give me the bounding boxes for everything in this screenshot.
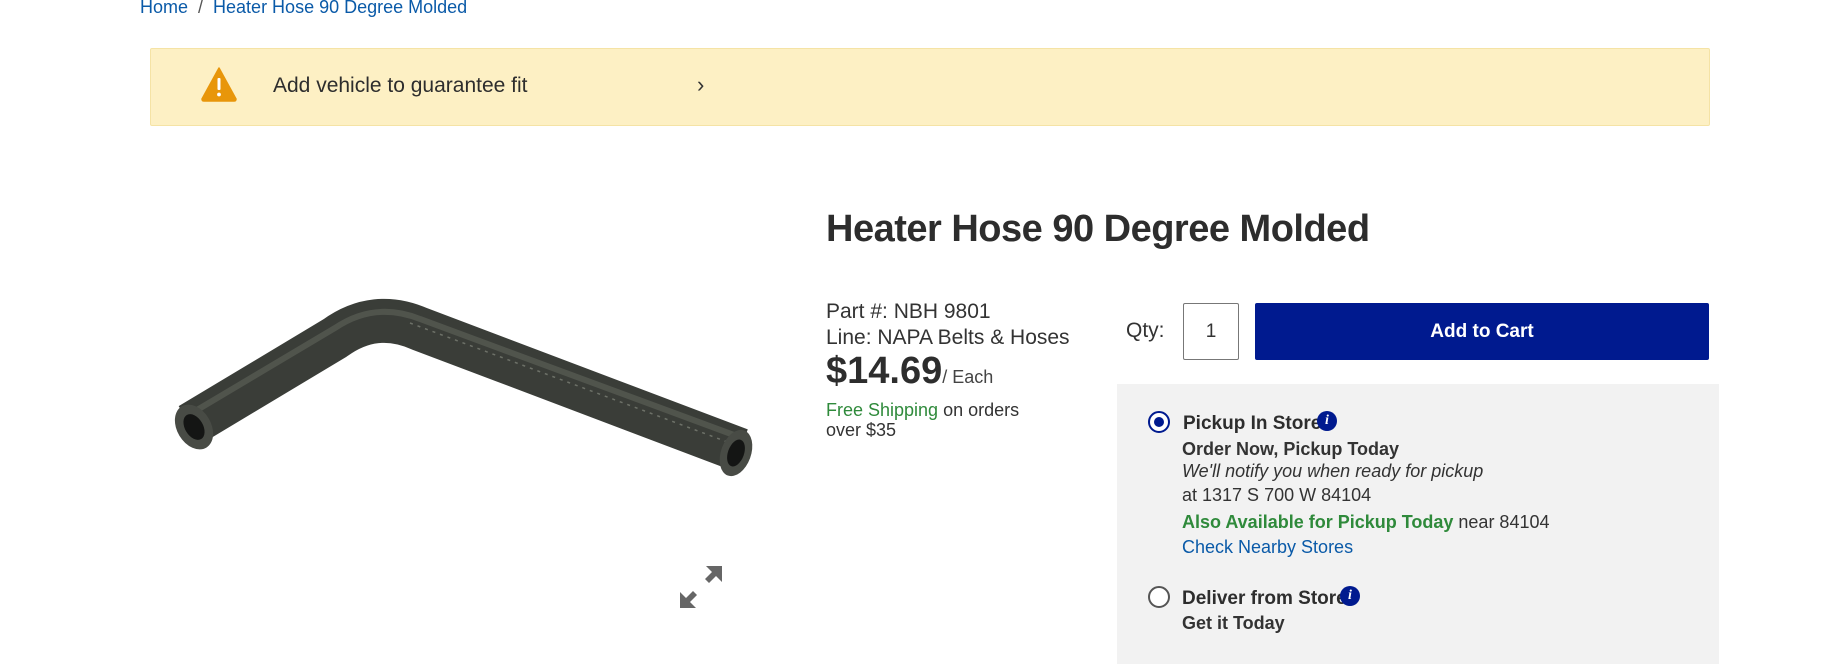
breadcrumb-separator: / <box>198 0 204 17</box>
pickup-notify-text: We'll notify you when ready for pickup <box>1182 461 1484 481</box>
also-available: Also Available for Pickup Today near 841… <box>1182 512 1550 533</box>
also-available-near: near 84104 <box>1453 512 1550 532</box>
price-unit: / Each <box>942 367 994 387</box>
qty-label: Qty: <box>1126 319 1165 342</box>
product-line: Line: NAPA Belts & Hoses <box>826 326 1070 349</box>
free-shipping-label: Free Shipping <box>826 400 939 420</box>
pickup-radio[interactable] <box>1148 411 1170 433</box>
add-to-cart-button[interactable]: Add to Cart <box>1255 303 1709 360</box>
qty-input[interactable] <box>1183 303 1239 360</box>
price-amount: $14.69 <box>826 350 943 392</box>
add-vehicle-banner[interactable]: Add vehicle to guarantee fit › <box>150 48 1710 126</box>
shipping-info: Free Shipping on orders over $35 <box>826 400 1056 440</box>
expand-image-icon[interactable] <box>676 562 726 612</box>
part-number: Part #: NBH 9801 <box>826 300 991 323</box>
breadcrumb: Home / Heater Hose 90 Degree Molded <box>140 0 467 18</box>
deliver-title: Deliver from Store <box>1182 588 1347 609</box>
chevron-right-icon: › <box>697 72 705 97</box>
warning-icon <box>201 67 237 102</box>
banner-text: Add vehicle to guarantee fit <box>273 74 528 97</box>
also-available-label: Also Available for Pickup Today <box>1182 512 1454 532</box>
product-image[interactable] <box>170 295 760 505</box>
breadcrumb-home-link[interactable]: Home <box>140 0 188 17</box>
breadcrumb-current-link[interactable]: Heater Hose 90 Degree Molded <box>213 0 467 17</box>
deliver-headline: Get it Today <box>1182 613 1285 633</box>
price: $14.69/ Each <box>826 350 993 393</box>
deliver-info-icon[interactable]: i <box>1340 586 1360 606</box>
pickup-headline: Order Now, Pickup Today <box>1182 439 1400 459</box>
pickup-address: at 1317 S 700 W 84104 <box>1182 485 1372 505</box>
check-nearby-stores-link[interactable]: Check Nearby Stores <box>1182 537 1353 558</box>
pickup-title: Pickup In Store <box>1183 413 1322 434</box>
deliver-radio[interactable] <box>1148 586 1170 608</box>
pickup-info-icon[interactable]: i <box>1317 411 1337 431</box>
product-title: Heater Hose 90 Degree Molded <box>826 208 1370 250</box>
